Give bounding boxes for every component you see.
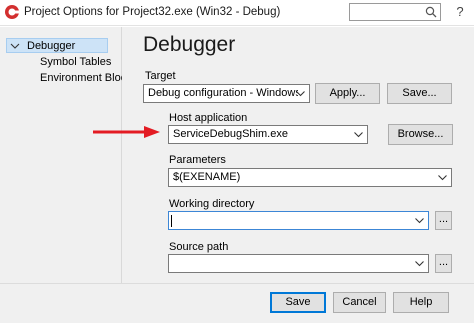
source-path-browse-button[interactable]: ...: [435, 254, 452, 273]
help-icon[interactable]: ?: [452, 4, 468, 20]
title-search-input[interactable]: [349, 3, 441, 21]
tree-item-environment-block[interactable]: Environment Block: [40, 71, 132, 86]
app-icon: [4, 4, 20, 20]
parameters-label: Parameters: [169, 154, 226, 166]
tree-item-symbol-tables[interactable]: Symbol Tables: [40, 55, 111, 70]
chevron-down-icon: [415, 261, 424, 267]
target-select[interactable]: Debug configuration - Windows 32-: [143, 84, 310, 103]
search-icon: [425, 6, 437, 18]
tree-item-debugger[interactable]: Debugger: [6, 38, 108, 53]
host-application-value: ServiceDebugShim.exe: [173, 128, 288, 140]
chevron-down-icon: [438, 175, 447, 181]
chevron-down-icon: [354, 132, 363, 138]
red-arrow-annotation: [93, 126, 160, 138]
window-title: Project Options for Project32.exe (Win32…: [24, 6, 281, 18]
tree-item-label: Symbol Tables: [40, 56, 112, 68]
cancel-button[interactable]: Cancel: [333, 292, 386, 313]
help-button[interactable]: Help: [393, 292, 449, 313]
host-application-select[interactable]: ServiceDebugShim.exe: [168, 125, 368, 144]
source-path-label: Source path: [169, 241, 229, 253]
save-button[interactable]: Save: [270, 292, 326, 313]
tree-item-label: Debugger: [27, 40, 76, 52]
save-target-button[interactable]: Save...: [387, 83, 452, 104]
working-directory-label: Working directory: [169, 198, 255, 210]
target-value: Debug configuration - Windows 32-: [148, 87, 298, 99]
chevron-down-icon: [296, 91, 305, 97]
tree-item-label: Environment Block: [40, 72, 132, 84]
page-title: Debugger: [143, 33, 236, 56]
source-path-select[interactable]: [168, 254, 429, 273]
working-directory-browse-button[interactable]: ...: [435, 211, 452, 230]
target-label: Target: [145, 70, 176, 82]
chevron-down-icon[interactable]: [10, 41, 20, 51]
title-bar: Project Options for Project32.exe (Win32…: [0, 0, 474, 26]
chevron-down-icon: [415, 218, 424, 224]
apply-button[interactable]: Apply...: [315, 83, 380, 104]
parameters-select[interactable]: $(EXENAME): [168, 168, 452, 187]
host-application-label: Host application: [169, 112, 248, 124]
text-caret: [171, 215, 172, 227]
working-directory-select[interactable]: [168, 211, 429, 230]
browse-button[interactable]: Browse...: [388, 124, 453, 145]
parameters-value: $(EXENAME): [173, 171, 241, 183]
